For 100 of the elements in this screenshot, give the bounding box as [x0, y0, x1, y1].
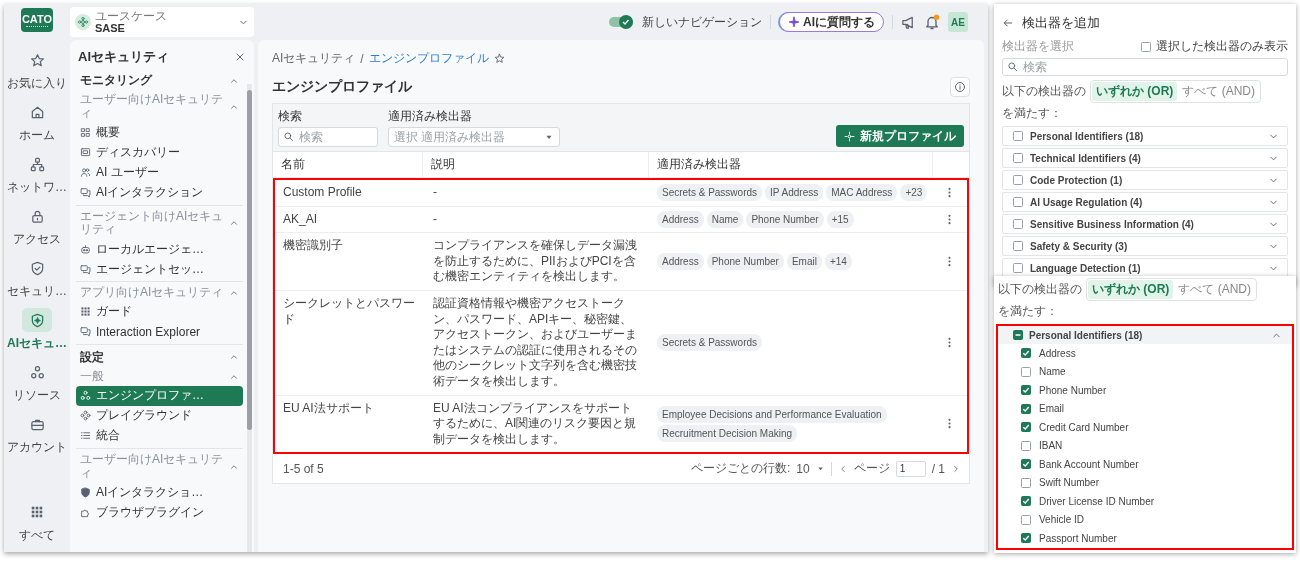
new-profile-button[interactable]: 新規プロファイル — [836, 125, 964, 147]
checkbox[interactable] — [1021, 440, 1031, 451]
checkbox[interactable] — [1021, 514, 1031, 525]
page-total: / 1 — [931, 461, 945, 476]
detector-tag: Secrets & Passwords — [657, 334, 763, 352]
detector-label: Phone Number — [1039, 384, 1107, 396]
all-apps-button[interactable]: すべて — [4, 500, 70, 544]
detector-category-row[interactable]: Safety & Security (3) — [1002, 236, 1288, 256]
detector-tag: Address — [657, 210, 704, 228]
checkbox[interactable] — [1021, 477, 1031, 488]
checkbox[interactable] — [1013, 241, 1023, 251]
page-label: ページ — [853, 460, 890, 478]
checkbox[interactable] — [1013, 263, 1023, 273]
table-cell-text: - — [432, 184, 438, 201]
checkbox[interactable] — [1021, 348, 1031, 359]
close-icon[interactable] — [234, 51, 246, 63]
grid-icon — [80, 127, 91, 139]
detector-select[interactable]: 選択 適用済み検出器 — [388, 127, 560, 147]
rail-nav-item[interactable]: アカウント — [4, 412, 70, 456]
users-icon — [80, 167, 91, 179]
sidebar-item[interactable]: エンジンプロファ… — [76, 385, 243, 406]
page-input[interactable]: 1 — [895, 460, 926, 477]
detector-category-row[interactable]: Technical Identifiers (4) — [1002, 148, 1288, 168]
notifications-bell-icon[interactable] — [924, 14, 940, 30]
detector-tag: Email — [786, 253, 822, 271]
search-icon — [1007, 61, 1018, 72]
checkbox[interactable] — [1013, 153, 1023, 163]
sidebar-item[interactable]: プレイグラウンド — [76, 405, 243, 426]
detector-category-row[interactable]: AI Usage Regulation (4) — [1002, 192, 1288, 212]
rows-per-page-select[interactable]: 10 — [796, 461, 810, 476]
rail-nav-item[interactable]: AIセキュ… — [4, 308, 70, 352]
sidebar-item[interactable]: AIインタラクショ… — [76, 482, 243, 503]
search-field[interactable]: 検索 — [278, 127, 378, 147]
checkbox[interactable] — [1021, 366, 1031, 377]
detector-tag: Phone Number — [746, 210, 824, 228]
search-field[interactable]: 検索 — [1002, 58, 1288, 76]
checkbox[interactable] — [1013, 330, 1023, 340]
rail-nav-item[interactable]: セキュリ… — [4, 256, 70, 300]
detector-tag: Address — [657, 253, 704, 271]
sidebar-item[interactable]: Interaction Explorer — [76, 322, 243, 342]
next-page-icon[interactable] — [951, 463, 961, 474]
checkbox[interactable] — [1021, 403, 1031, 414]
match-mode-option[interactable]: いずれか (OR) — [1088, 280, 1174, 299]
column-header: 名前 — [273, 152, 423, 177]
rail-nav-item[interactable]: ホーム — [4, 100, 70, 144]
rail-nav-item[interactable]: ネットワ… — [4, 152, 70, 196]
grid-icon — [80, 306, 91, 318]
breadcrumb-link[interactable]: エンジンプロファイル — [368, 50, 489, 67]
crosshair-icon — [844, 130, 855, 142]
star-icon — [29, 52, 45, 68]
table-cell-text: - — [432, 210, 438, 228]
info-button[interactable] — [950, 77, 970, 97]
back-arrow-icon[interactable] — [1002, 17, 1014, 29]
checkbox[interactable] — [1021, 422, 1031, 433]
scrollbar[interactable] — [247, 84, 252, 552]
table-cell-text: コンプライアンスを確保しデータ漏洩を防止するために、PIIおよびPCIを含む機密エンティティを検出します。 — [432, 237, 638, 286]
section-heading: 設定 — [80, 349, 104, 366]
detector-category-row[interactable]: Sensitive Business Information (4) — [1002, 214, 1288, 234]
detector-label: Name — [1039, 366, 1066, 378]
breadcrumb-link[interactable]: AIセキュリティ — [272, 50, 356, 67]
rail-nav-item[interactable]: リソース — [4, 360, 70, 404]
match-label: を満たす： — [1002, 105, 1062, 122]
match-mode-option[interactable]: いずれか (OR) — [1092, 82, 1178, 101]
checkbox[interactable] — [1013, 219, 1023, 229]
table-cell-text: シークレットとパスワード — [282, 294, 416, 328]
checkbox[interactable] — [1013, 197, 1023, 207]
rail-nav-item[interactable]: お気に入り — [4, 48, 70, 92]
checkbox[interactable] — [1021, 385, 1031, 396]
checkbox[interactable] — [1021, 533, 1031, 544]
sidebar-item[interactable]: エージェントセッ… — [76, 259, 243, 280]
detector-category-row[interactable]: Code Protection (1) — [1002, 170, 1288, 190]
navigation-toggle[interactable] — [608, 14, 634, 30]
checkbox[interactable] — [1013, 175, 1023, 185]
use-case-selector[interactable]: ユースケース SASE — [70, 7, 254, 37]
checkbox[interactable] — [1141, 41, 1151, 52]
monitor-icon — [80, 147, 91, 159]
match-mode-option[interactable]: すべて (AND) — [1174, 280, 1255, 299]
sidebar-item[interactable]: ディスカバリー — [76, 142, 243, 163]
sidebar-item[interactable]: ガード — [76, 302, 243, 322]
rail-nav-item[interactable]: アクセス — [4, 204, 70, 248]
chat-icon — [80, 263, 91, 275]
checkbox[interactable] — [1021, 496, 1031, 507]
megaphone-icon[interactable] — [901, 14, 916, 30]
star-icon[interactable] — [493, 53, 505, 64]
user-avatar[interactable]: AE — [948, 12, 968, 32]
match-mode-option[interactable]: すべて (AND) — [1178, 82, 1259, 101]
sidebar-item[interactable]: AI ユーザー — [76, 162, 243, 183]
sidebar-item[interactable]: 統合 — [76, 425, 243, 446]
sidebar-item[interactable]: AIインタラクション — [76, 182, 243, 203]
checkbox[interactable] — [1021, 459, 1031, 470]
detector-group-header[interactable]: Personal Identifiers (18) — [998, 326, 1292, 344]
sidebar-item[interactable]: 概要 — [76, 122, 243, 143]
shield-icon — [80, 486, 91, 498]
search-icon — [283, 131, 294, 142]
checkbox[interactable] — [1013, 131, 1023, 141]
detector-category-row[interactable]: Personal Identifiers (18) — [1002, 126, 1288, 146]
info-icon — [954, 81, 966, 93]
sidebar-item[interactable]: ローカルエージェ… — [76, 239, 243, 260]
sidebar-item[interactable]: ブラウザプラグイン — [76, 502, 243, 523]
ask-ai-button[interactable]: AIに質問する — [779, 12, 884, 32]
